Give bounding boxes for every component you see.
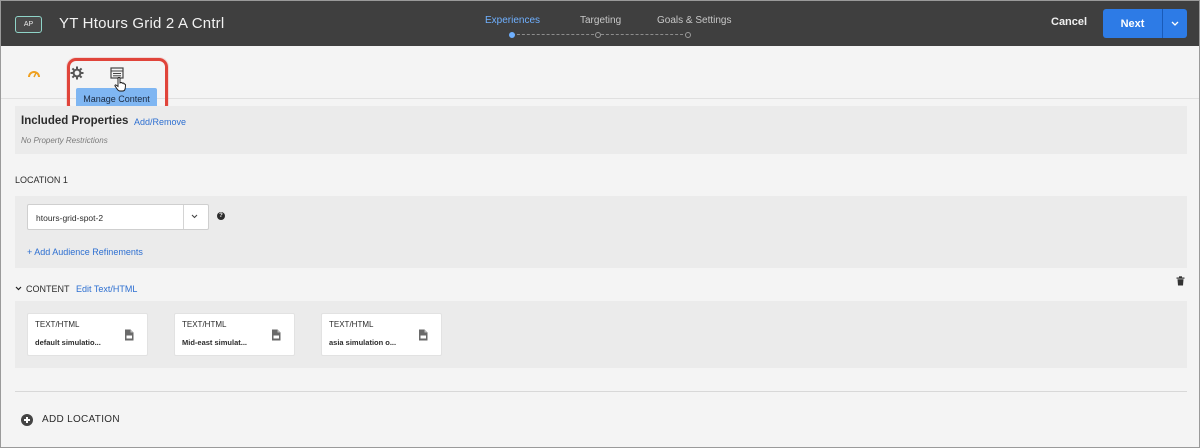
trash-icon[interactable]: [1176, 276, 1185, 286]
included-properties-panel: Included Properties Add/Remove No Proper…: [15, 106, 1187, 154]
html-file-icon: [272, 329, 281, 341]
content-card-mid-east[interactable]: TEXT/HTML Mid-east simulat...: [174, 313, 295, 356]
step-progress-indicator: [509, 32, 691, 38]
content-card-name: Mid-east simulat...: [182, 338, 248, 347]
activity-toolbar: [1, 46, 1199, 99]
property-restrictions-note: No Property Restrictions: [21, 136, 108, 145]
analytics-icon[interactable]: [27, 66, 41, 80]
content-card-name: asia simulation o...: [329, 338, 397, 347]
html-file-icon: [419, 329, 428, 341]
add-circle-icon: [21, 414, 33, 426]
step-dot-experiences: [509, 32, 515, 38]
add-location-label: ADD LOCATION: [42, 414, 120, 425]
top-header-bar: AP YT Htours Grid 2 A Cntrl Experiences …: [1, 1, 1199, 46]
cancel-button[interactable]: Cancel: [1051, 16, 1087, 28]
content-card-type: TEXT/HTML: [329, 320, 374, 329]
location-panel: htours-grid-spot-2 ? + Add Audience Refi…: [15, 196, 1187, 268]
step-dot-goals-settings: [685, 32, 691, 38]
content-card-default[interactable]: TEXT/HTML default simulatio...: [27, 313, 148, 356]
location-select-value: htours-grid-spot-2: [36, 213, 104, 223]
content-card-type: TEXT/HTML: [182, 320, 227, 329]
collapse-chevron-icon[interactable]: [15, 286, 22, 291]
add-audience-refinements-link[interactable]: + Add Audience Refinements: [27, 247, 143, 257]
next-options-button[interactable]: [1163, 21, 1187, 26]
location-mbox-select[interactable]: htours-grid-spot-2: [27, 204, 209, 230]
step-experiences[interactable]: Experiences: [485, 15, 540, 26]
edit-text-html-link[interactable]: Edit Text/HTML: [76, 284, 137, 294]
included-properties-title: Included Properties: [21, 115, 129, 127]
step-goals-settings[interactable]: Goals & Settings: [657, 15, 731, 26]
next-button-group: Next: [1103, 9, 1187, 38]
next-button[interactable]: Next: [1103, 18, 1162, 30]
select-divider: [183, 205, 184, 229]
content-label: CONTENT: [26, 284, 70, 294]
add-remove-properties-link[interactable]: Add/Remove: [134, 117, 186, 127]
chevron-down-icon: [1171, 21, 1179, 26]
location-label: LOCATION 1: [15, 175, 68, 185]
activity-type-badge: AP: [15, 16, 42, 33]
hand-pointer-cursor-icon: [114, 77, 126, 92]
content-card-type: TEXT/HTML: [35, 320, 80, 329]
step-targeting[interactable]: Targeting: [580, 15, 621, 26]
content-card-name: default simulatio...: [35, 338, 101, 347]
activity-title[interactable]: YT Htours Grid 2 A Cntrl: [59, 15, 224, 32]
help-icon[interactable]: ?: [217, 212, 225, 220]
chevron-down-icon[interactable]: [191, 214, 198, 219]
content-panel: TEXT/HTML default simulatio... TEXT/HTML…: [15, 301, 1187, 368]
step-dot-targeting: [595, 32, 601, 38]
content-card-asia[interactable]: TEXT/HTML asia simulation o...: [321, 313, 442, 356]
html-file-icon: [125, 329, 134, 341]
section-divider: [15, 391, 1187, 392]
